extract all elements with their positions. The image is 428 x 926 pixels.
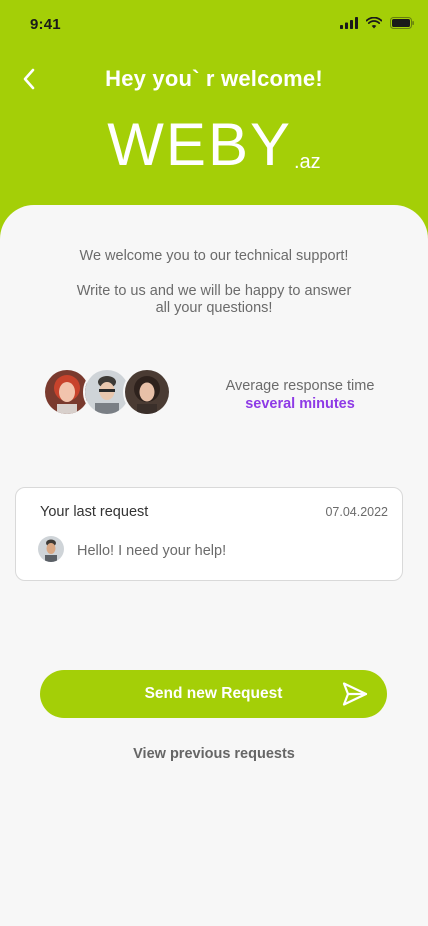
write-text-line-2: all your questions!: [155, 300, 273, 316]
avatar: [38, 536, 64, 562]
write-text-line-1: Write to us and we will be happy to answ…: [76, 283, 352, 299]
battery-icon: [390, 16, 414, 34]
status-icons: [340, 16, 414, 34]
status-time: 9:41: [30, 16, 61, 33]
page-title: Hey you` r welcome!: [105, 66, 323, 91]
welcome-text: We welcome you to our technical support!: [79, 248, 349, 264]
weby-logo: WEBY .az: [0, 110, 428, 180]
send-new-request-button[interactable]: Send new Request: [40, 670, 387, 718]
status-bar: 9:41: [0, 0, 428, 50]
avatar: [123, 368, 171, 416]
send-button-label: Send new Request: [144, 685, 283, 702]
header: 9:41 Hey you` r welcome! WEBY .az: [0, 0, 428, 240]
last-request-date: 07.04.2022: [325, 505, 388, 519]
wifi-icon: [365, 16, 383, 34]
response-time-label: Average response time: [225, 378, 375, 394]
response-time-value: several minutes: [245, 396, 355, 412]
send-icon: [341, 681, 369, 707]
logo-main: WEBY: [107, 111, 292, 178]
view-previous-requests-link[interactable]: View previous requests: [0, 746, 428, 762]
logo-tld: .az: [294, 151, 321, 173]
last-request-message: Hello! I need your help!: [77, 543, 227, 559]
signal-icon: [340, 16, 358, 34]
content-panel: We welcome you to our technical support!…: [0, 205, 428, 926]
last-request-title: Your last request: [40, 504, 149, 520]
last-request-card[interactable]: Your last request 07.04.2022 Hello! I ne…: [15, 487, 403, 581]
response-time: Average response time several minutes: [200, 377, 400, 413]
support-avatars: [43, 368, 173, 416]
